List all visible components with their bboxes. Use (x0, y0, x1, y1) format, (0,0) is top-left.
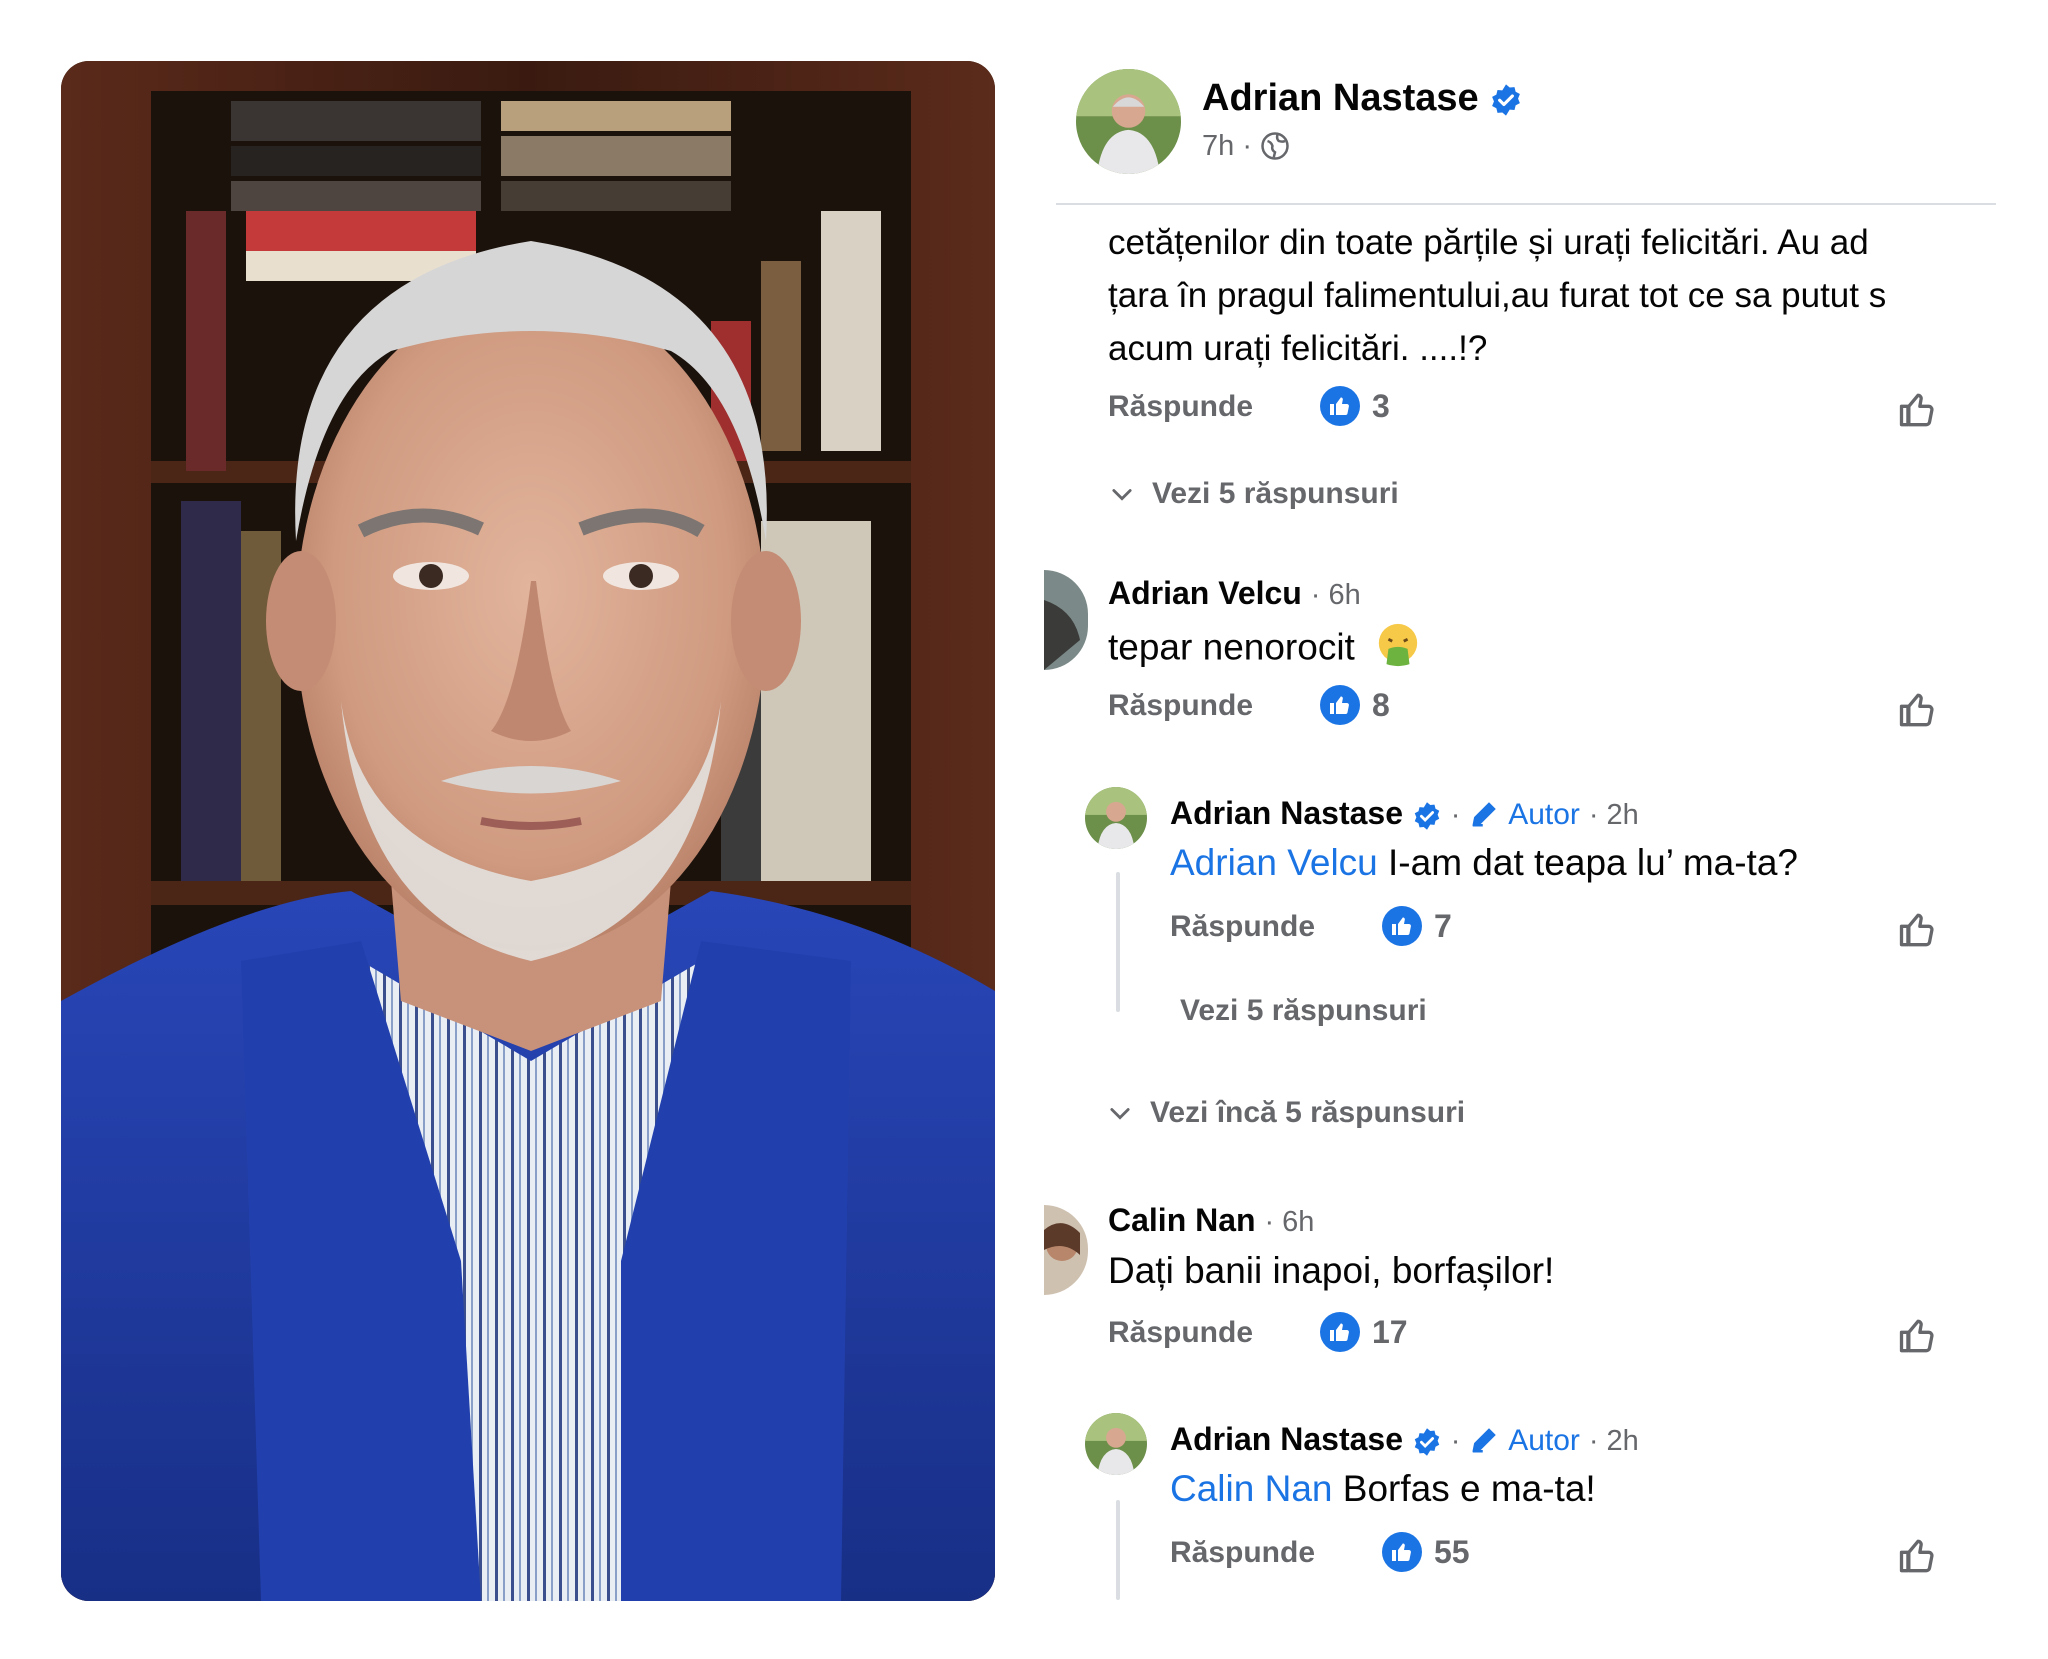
selfie-photo[interactable] (61, 61, 995, 1601)
chevron-down-icon (1110, 1108, 1130, 1120)
comment-time[interactable]: · 6h (1311, 579, 1361, 611)
reply-author: Adrian Nastase · Autor · 2h (1170, 795, 1639, 832)
reaction-count-value: 55 (1434, 1533, 1470, 1570)
reaction-count-value: 17 (1372, 1313, 1408, 1350)
thread-line (1116, 1500, 1120, 1600)
vomiting-face-emoji-icon (1375, 622, 1421, 677)
reaction-count-value: 3 (1372, 387, 1390, 424)
comment-text: cetățenilor din toate părțile și urați f… (1108, 216, 2048, 375)
author-badge: Autor (1508, 798, 1580, 831)
reply-text: Adrian Velcu I-am dat teapa lu’ ma-ta? (1170, 842, 1798, 884)
view-more-replies-button[interactable]: Vezi încă 5 răspunsuri (1106, 1096, 1465, 1130)
view-more-replies-label: Vezi încă 5 răspunsuri (1150, 1096, 1466, 1129)
like-reaction-icon (1382, 1532, 1422, 1572)
comment-text-content: Dați banii inapoi, borfașilor! (1108, 1250, 1555, 1291)
reaction-count[interactable]: 17 (1320, 1312, 1408, 1352)
verified-badge-icon (1414, 801, 1440, 830)
selfie-illustration (61, 61, 995, 1601)
comment-author: Adrian Velcu · 6h (1108, 575, 1361, 612)
reply-time[interactable]: · 2h (1589, 1425, 1639, 1457)
post-author-name-text[interactable]: Adrian Nastase (1202, 77, 1479, 119)
post-time[interactable]: 7h (1202, 130, 1234, 162)
comments-panel: Adrian Nastase 7h · cetățenilor din toat… (1044, 0, 2048, 1659)
like-button-icon[interactable] (1896, 908, 1940, 952)
post-meta: 7h · (1202, 130, 1290, 163)
pencil-icon (1472, 1428, 1497, 1453)
reaction-count-value: 8 (1372, 686, 1390, 723)
reply-author-name[interactable]: Adrian Nastase (1170, 1421, 1403, 1457)
like-button-icon[interactable] (1896, 688, 1940, 732)
reply-button[interactable]: Răspunde (1108, 390, 1253, 424)
verified-badge-icon (1414, 1427, 1440, 1456)
view-replies-label: Vezi 5 răspunsuri (1180, 994, 1427, 1027)
mention-link[interactable]: Calin Nan (1170, 1468, 1332, 1509)
like-button-icon[interactable] (1896, 388, 1940, 432)
meta-separator: · (1450, 1425, 1461, 1457)
header-divider (1056, 203, 1996, 205)
verified-badge-icon (1492, 84, 1521, 116)
comment-author-name[interactable]: Calin Nan (1108, 1202, 1256, 1238)
thread-line (1116, 872, 1120, 1012)
reply-text-content: I-am dat teapa lu’ ma-ta? (1377, 842, 1798, 883)
comment-text: tepar nenorocit (1108, 622, 1421, 677)
reply-author-name[interactable]: Adrian Nastase (1170, 795, 1403, 831)
reply-author: Adrian Nastase · Autor · 2h (1170, 1421, 1639, 1458)
reply-button[interactable]: Răspunde (1108, 1316, 1253, 1350)
author-badge: Autor (1508, 1424, 1580, 1457)
comment-text-content: tepar nenorocit (1108, 626, 1355, 668)
reply-button[interactable]: Răspunde (1170, 910, 1315, 944)
reply-time[interactable]: · 2h (1589, 799, 1639, 831)
comment-author-name[interactable]: Adrian Velcu (1108, 575, 1302, 611)
reply-author-avatar[interactable] (1085, 1413, 1147, 1475)
comment-text: Dați banii inapoi, borfașilor! (1108, 1250, 1554, 1292)
like-reaction-icon (1320, 1312, 1360, 1352)
comment-author: Calin Nan · 6h (1108, 1202, 1314, 1239)
reaction-count[interactable]: 3 (1320, 386, 1390, 426)
view-replies-button[interactable]: Vezi 5 răspunsuri (1180, 994, 1427, 1028)
reply-button[interactable]: Răspunde (1108, 689, 1253, 723)
reply-text-content: Borfas e ma-ta! (1332, 1468, 1596, 1509)
post-meta-separator: · (1242, 130, 1252, 162)
view-replies-label: Vezi 5 răspunsuri (1152, 477, 1399, 510)
post-author-avatar[interactable] (1076, 69, 1181, 174)
comment-line: țara în pragul falimentului,au furat tot… (1108, 276, 1887, 315)
reply-text: Calin Nan Borfas e ma-ta! (1170, 1468, 1596, 1510)
meta-separator: · (1450, 799, 1461, 831)
view-replies-button[interactable]: Vezi 5 răspunsuri (1108, 477, 1399, 511)
reply-button[interactable]: Răspunde (1170, 1536, 1315, 1570)
reply-author-avatar[interactable] (1085, 787, 1147, 849)
reaction-count[interactable]: 55 (1382, 1532, 1470, 1572)
commenter-avatar[interactable] (1044, 1205, 1088, 1295)
like-reaction-icon (1320, 685, 1360, 725)
like-button-icon[interactable] (1896, 1314, 1940, 1358)
reaction-count-value: 7 (1434, 907, 1452, 944)
like-button-icon[interactable] (1896, 1534, 1940, 1578)
reaction-count[interactable]: 8 (1320, 685, 1390, 725)
mention-link[interactable]: Adrian Velcu (1170, 842, 1378, 883)
comment-line: acum urați felicitări. ....!? (1108, 329, 1488, 368)
like-reaction-icon (1320, 386, 1360, 426)
reaction-count[interactable]: 7 (1382, 906, 1452, 946)
comment-time[interactable]: · 6h (1264, 1206, 1314, 1238)
globe-icon (1261, 132, 1289, 160)
chevron-down-icon (1112, 489, 1132, 501)
like-reaction-icon (1382, 906, 1422, 946)
post-author-name[interactable]: Adrian Nastase (1202, 77, 1523, 120)
comment-line: cetățenilor din toate părțile și urați f… (1108, 223, 1869, 262)
pencil-icon (1472, 802, 1497, 827)
commenter-avatar[interactable] (1044, 570, 1088, 670)
